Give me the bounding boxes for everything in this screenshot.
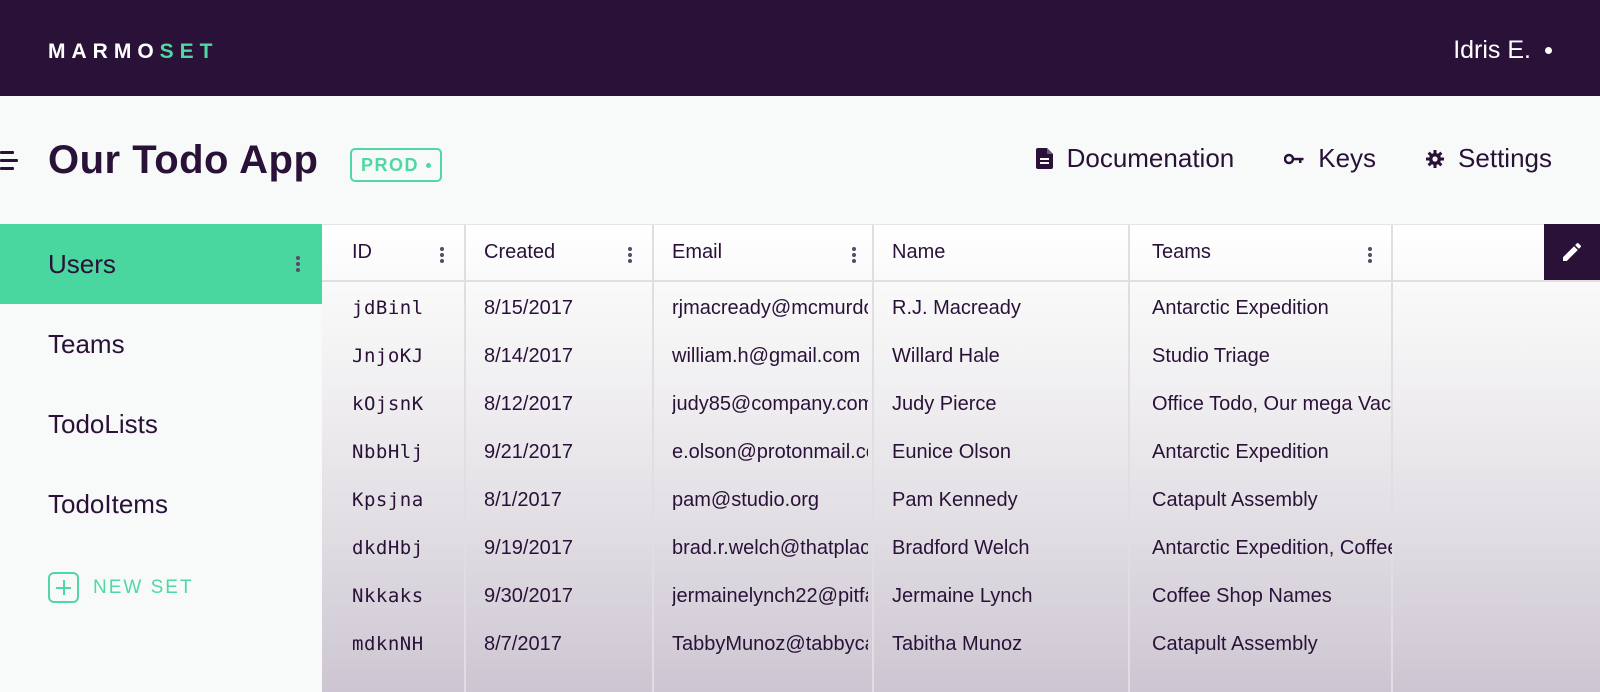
documentation-link[interactable]: Documenation — [1035, 143, 1234, 174]
cell-created[interactable]: 8/14/2017 — [484, 345, 650, 368]
page-title: Our Todo App — [48, 138, 319, 182]
user-menu[interactable]: Idris E. — [1453, 36, 1552, 65]
cell-id[interactable]: Nkkaks — [352, 585, 452, 607]
cell-name[interactable]: R.J. Macready — [892, 297, 1124, 320]
top-bar: MARMOSET Idris E. — [0, 0, 1600, 96]
header-links: Documenation Keys Settings — [986, 143, 1552, 174]
column-menu-icon[interactable] — [628, 247, 632, 263]
cell-id[interactable]: kOjsnK — [352, 393, 452, 415]
cell-id[interactable]: jdBinl — [352, 297, 452, 319]
column-header-name[interactable]: Name — [892, 225, 1112, 280]
edit-button[interactable] — [1544, 224, 1600, 280]
logo[interactable]: MARMOSET — [48, 40, 219, 64]
cell-teams[interactable]: Studio Triage — [1152, 345, 1392, 368]
cell-name[interactable]: Willard Hale — [892, 345, 1124, 368]
cell-teams[interactable]: Antarctic Expedition — [1152, 441, 1392, 464]
cell-email[interactable]: judy85@company.com — [672, 393, 868, 416]
cell-email[interactable]: e.olson@protonmail.co — [672, 441, 868, 464]
cell-id[interactable]: Kpsjna — [352, 489, 452, 511]
cell-id[interactable]: dkdHbj — [352, 537, 452, 559]
cell-email[interactable]: jermainelynch22@pitfa — [672, 585, 868, 608]
cell-name[interactable]: Tabitha Munoz — [892, 633, 1124, 656]
keys-link[interactable]: Keys — [1284, 143, 1376, 174]
cell-id[interactable]: mdknNH — [352, 633, 452, 655]
more-options-icon[interactable] — [296, 256, 300, 272]
gear-icon — [1426, 149, 1445, 168]
new-set-button[interactable]: NEW SET — [48, 572, 194, 603]
cell-email[interactable]: pam@studio.org — [672, 489, 868, 512]
cell-teams[interactable]: Antarctic Expedition, Coffee — [1152, 537, 1392, 560]
column-menu-icon[interactable] — [1368, 247, 1372, 263]
cell-created[interactable]: 8/15/2017 — [484, 297, 650, 320]
sidebar-item-todolists[interactable]: TodoLists — [0, 384, 322, 464]
hamburger-menu-icon[interactable] — [0, 151, 18, 171]
sidebar-item-todoitems[interactable]: TodoItems — [0, 464, 322, 544]
cell-teams[interactable]: Catapult Assembly — [1152, 633, 1392, 656]
column-menu-icon[interactable] — [440, 247, 444, 263]
user-menu-dot-icon — [1545, 47, 1552, 54]
cell-name[interactable]: Pam Kennedy — [892, 489, 1124, 512]
environment-badge[interactable]: PROD — [350, 148, 443, 182]
column-menu-icon[interactable] — [852, 247, 856, 263]
cell-name[interactable]: Jermaine Lynch — [892, 585, 1124, 608]
cell-created[interactable]: 9/19/2017 — [484, 537, 650, 560]
cell-teams[interactable]: Coffee Shop Names — [1152, 585, 1392, 608]
cell-teams[interactable]: Office Todo, Our mega Vaca — [1152, 393, 1392, 416]
column-header-created[interactable]: Created — [484, 225, 644, 280]
cell-email[interactable]: brad.r.welch@thatplace — [672, 537, 868, 560]
cell-created[interactable]: 8/7/2017 — [484, 633, 650, 656]
cell-email[interactable]: TabbyMunoz@tabbycat — [672, 633, 868, 656]
column-header-teams[interactable]: Teams — [1152, 225, 1382, 280]
key-icon — [1284, 153, 1304, 165]
settings-link[interactable]: Settings — [1426, 143, 1552, 174]
sidebar: Users Teams TodoLists TodoItems NEW SET — [0, 224, 322, 692]
cell-name[interactable]: Bradford Welch — [892, 537, 1124, 560]
cell-name[interactable]: Judy Pierce — [892, 393, 1124, 416]
badge-dot-icon — [426, 162, 432, 168]
column-header-email[interactable]: Email — [672, 225, 862, 280]
sidebar-item-teams[interactable]: Teams — [0, 304, 322, 384]
document-icon — [1035, 148, 1053, 169]
user-name: Idris E. — [1453, 36, 1531, 64]
pencil-icon — [1563, 242, 1582, 261]
cell-id[interactable]: NbbHlj — [352, 441, 452, 463]
cell-name[interactable]: Eunice Olson — [892, 441, 1124, 464]
cell-teams[interactable]: Antarctic Expedition — [1152, 297, 1392, 320]
cell-teams[interactable]: Catapult Assembly — [1152, 489, 1392, 512]
cell-email[interactable]: rjmacready@mcmurdo — [672, 297, 868, 320]
cell-created[interactable]: 8/1/2017 — [484, 489, 650, 512]
cell-created[interactable]: 9/30/2017 — [484, 585, 650, 608]
data-table: ID Created Email Name Teams jdBinl 8/15/2… — [322, 224, 1600, 692]
column-header-id[interactable]: ID — [352, 225, 452, 280]
cell-created[interactable]: 8/12/2017 — [484, 393, 650, 416]
cell-created[interactable]: 9/21/2017 — [484, 441, 650, 464]
sidebar-item-users[interactable]: Users — [0, 224, 322, 304]
cell-email[interactable]: william.h@gmail.com — [672, 345, 868, 368]
plus-icon — [48, 572, 79, 603]
cell-id[interactable]: JnjoKJ — [352, 345, 452, 367]
